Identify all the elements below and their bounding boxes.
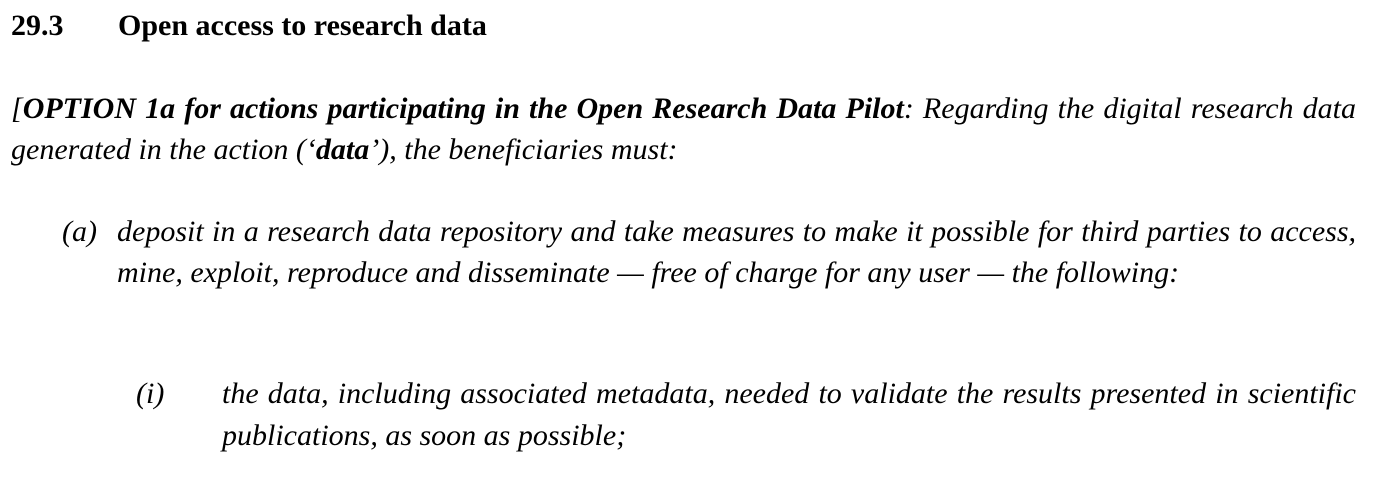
option-bracket: [ [11, 92, 23, 125]
list-item-marker: (a) [62, 215, 97, 248]
section-number: 29.3 [11, 9, 64, 42]
intro-lead-out: ’), the beneficiaries must: [369, 133, 678, 166]
section-title: Open access to research data [118, 9, 487, 42]
document-page: 29.3 Open access to research data [OPTION… [0, 0, 1375, 477]
defined-term: data [315, 133, 370, 166]
section-heading: 29.3 Open access to research data [11, 6, 487, 46]
sub-list-item-text: the data, including associated metadata,… [222, 377, 1356, 452]
intro-paragraph: [OPTION 1a for actions participating in … [11, 88, 1356, 170]
option-label: OPTION 1a for actions participating in t… [22, 92, 904, 125]
list-item-a: (a) deposit in a research data repositor… [62, 211, 1356, 293]
sub-list-item-i: (i) the data, including associated metad… [136, 373, 1356, 457]
list-item-text: deposit in a research data repository an… [117, 215, 1356, 289]
sub-list-item-marker: (i) [136, 377, 165, 410]
